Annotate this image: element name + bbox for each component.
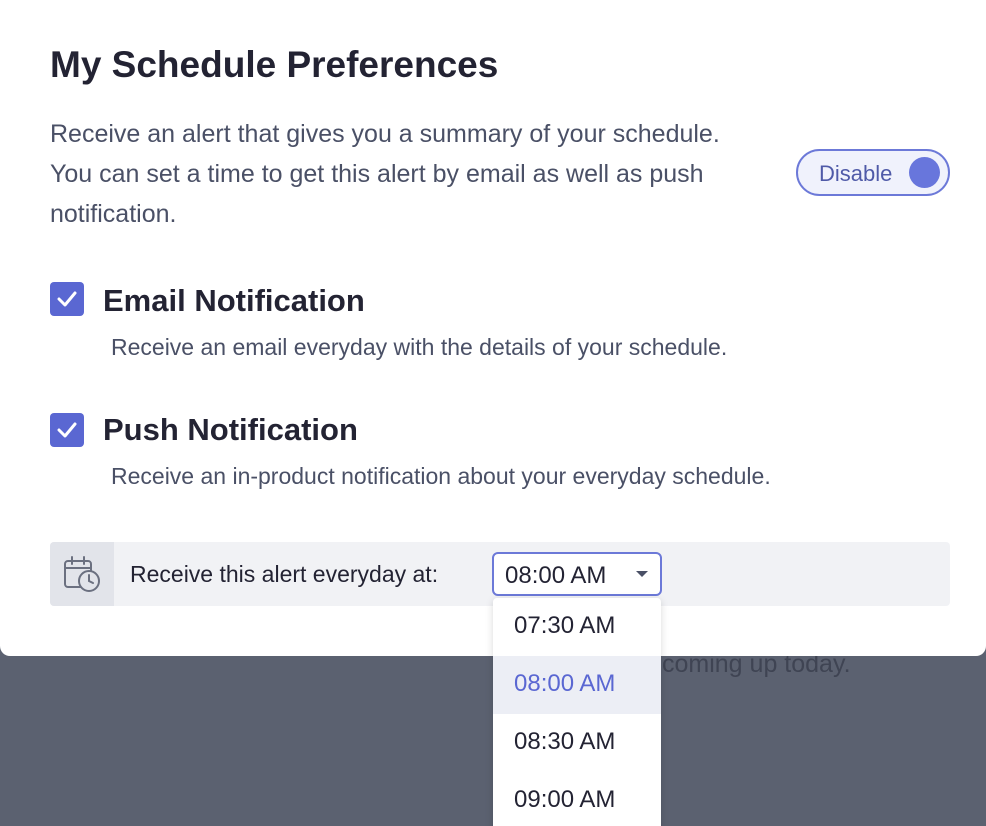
email-notification-description: Receive an email everyday with the detai… bbox=[111, 334, 728, 360]
time-option-label: 09:00 AM bbox=[514, 786, 616, 813]
checkmark-icon bbox=[57, 291, 77, 307]
alert-time-select[interactable]: 08:00 AM bbox=[492, 552, 662, 596]
schedule-preferences-panel: My Schedule Preferences Receive an alert… bbox=[0, 0, 986, 656]
alert-time-value: 08:00 AM bbox=[505, 562, 607, 589]
time-option-0800[interactable]: 08:00 AM bbox=[493, 656, 661, 714]
toggle-label: Disable bbox=[819, 161, 893, 186]
time-option-label: 08:30 AM bbox=[514, 728, 616, 755]
time-option-0730[interactable]: 07:30 AM bbox=[493, 598, 661, 656]
calendar-clock-icon bbox=[64, 556, 100, 592]
email-notification-checkbox[interactable] bbox=[50, 282, 84, 316]
checkmark-icon bbox=[57, 422, 77, 438]
alert-time-row: Receive this alert everyday at: 08:00 AM bbox=[50, 542, 950, 606]
alert-time-label: Receive this alert everyday at: bbox=[130, 561, 439, 587]
alert-time-dropdown: 07:30 AM 08:00 AM 08:30 AM 09:00 AM bbox=[493, 598, 661, 826]
disable-toggle[interactable]: Disable bbox=[796, 149, 950, 196]
time-option-0830[interactable]: 08:30 AM bbox=[493, 714, 661, 772]
toggle-knob bbox=[909, 157, 940, 188]
time-option-label: 07:30 AM bbox=[514, 612, 616, 639]
push-notification-title: Push Notification bbox=[103, 412, 358, 447]
email-notification-title: Email Notification bbox=[103, 283, 365, 318]
push-notification-checkbox[interactable] bbox=[50, 413, 84, 447]
caret-down-icon bbox=[636, 571, 648, 577]
alert-icon-box bbox=[50, 542, 114, 606]
page-title: My Schedule Preferences bbox=[50, 44, 499, 85]
time-option-label: 08:00 AM bbox=[514, 670, 616, 697]
time-option-0900[interactable]: 09:00 AM bbox=[493, 772, 661, 826]
description-text: Receive an alert that gives you a summar… bbox=[50, 120, 720, 228]
push-notification-description: Receive an in-product notification about… bbox=[111, 463, 771, 489]
